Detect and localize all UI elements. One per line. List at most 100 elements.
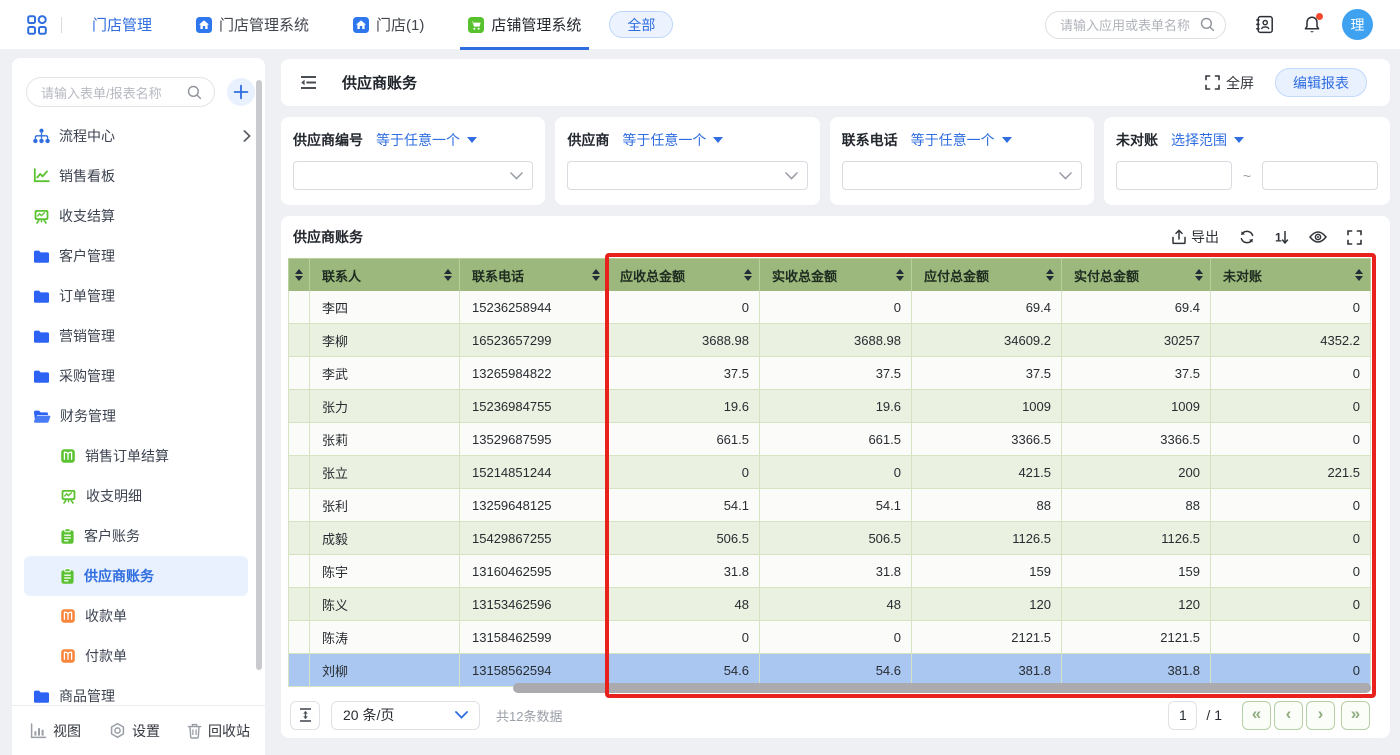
row-cell: 88 [912,489,1062,522]
filter-select[interactable] [842,161,1082,190]
column-sorter-icon[interactable] [1046,269,1054,281]
table-fullscreen-button[interactable] [1347,230,1362,245]
sidebar-search-input[interactable]: 请输入表单/报表名称 [26,77,215,107]
bell-icon[interactable] [1303,15,1321,34]
sidebar-item-5[interactable]: 营销管理 [12,316,265,356]
table-row-4[interactable]: 张莉13529687595661.5661.53366.53366.50 [288,423,1371,456]
topbar-tab-1[interactable]: 门店管理 [84,0,160,50]
row-cell: 30257 [1062,324,1211,357]
filter-operator[interactable]: 等于任意一个 [376,130,460,150]
sidebar-item-7[interactable]: 财务管理 [12,396,265,436]
header-cell-3[interactable]: 实收总金额 [760,258,912,291]
sidebar-item-12[interactable]: 收款单 [12,596,265,636]
sidebar-item-10[interactable]: 客户账务 [12,516,265,556]
row-cell: 张利 [310,489,460,522]
clipboard-icon [60,568,75,585]
header-cell-4[interactable]: 应付总金额 [912,258,1062,291]
caret-down-icon[interactable] [467,137,477,143]
sidebar-item-3[interactable]: 客户管理 [12,236,265,276]
header-cell-2[interactable]: 应收总金额 [608,258,760,291]
filter-select[interactable] [567,161,807,190]
caret-down-icon[interactable] [1234,137,1244,143]
filter-operator[interactable]: 等于任意一个 [911,130,995,150]
row-cell: 661.5 [608,423,760,456]
column-sorter-icon[interactable] [592,269,600,281]
pager-next-button[interactable]: › [1306,701,1335,730]
folder-icon [33,249,50,264]
row-cell: 0 [608,456,760,489]
sidebar-item-8[interactable]: 销售订单结算 [12,436,265,476]
apps-grid-icon[interactable] [27,15,47,35]
table-row-2[interactable]: 李武1326598482237.537.537.537.50 [288,357,1371,390]
pager-last-button[interactable]: » [1341,701,1370,730]
global-search-input[interactable]: 请输入应用或表单名称 [1045,11,1226,39]
pager-first-button[interactable]: « [1242,701,1271,730]
avatar[interactable]: 理 [1342,9,1373,40]
sidebar-item-13[interactable]: 付款单 [12,636,265,676]
filter-select[interactable] [293,161,533,190]
row-cell: 张莉 [310,423,460,456]
sidebar-item-9[interactable]: 收支明细 [12,476,265,516]
table-row-8[interactable]: 陈宇1316046259531.831.81591590 [288,555,1371,588]
sidebar-item-6[interactable]: 采购管理 [12,356,265,396]
range-max-input[interactable] [1262,161,1378,190]
sidebar-item-2[interactable]: 收支结算 [12,196,265,236]
sidebar-footer-settings[interactable]: 设置 [109,721,160,741]
row-cell: 1126.5 [1062,522,1211,555]
column-sorter-icon[interactable] [896,269,904,281]
column-sorter-icon[interactable] [1195,269,1203,281]
topbar-tab-4[interactable]: 店铺管理系统 [460,0,589,50]
filter-operator[interactable]: 选择范围 [1171,130,1227,150]
row-cell: 13259648125 [460,489,608,522]
header-cell-5[interactable]: 实付总金额 [1062,258,1211,291]
page-number-input[interactable]: 1 [1168,701,1197,730]
table-row-7[interactable]: 成毅15429867255506.5506.51126.51126.50 [288,522,1371,555]
refresh-button[interactable] [1239,229,1255,245]
pager-prev-button[interactable]: ‹ [1274,701,1303,730]
column-sorter-icon[interactable] [744,269,752,281]
export-button[interactable]: 导出 [1171,227,1219,247]
row-height-toggle-button[interactable] [290,701,320,730]
sidebar-footer-recycle-bin[interactable]: 回收站 [187,721,250,741]
add-form-button[interactable] [227,78,255,106]
column-sorter-icon[interactable] [444,269,452,281]
row-cell-stub [288,324,310,357]
page-size-select[interactable]: 20 条/页 [331,701,480,730]
sidebar-item-1[interactable]: 销售看板 [12,156,265,196]
table-row-9[interactable]: 陈义1315346259648481201200 [288,588,1371,621]
horizontal-scrollbar[interactable] [513,683,1371,693]
table-row-1[interactable]: 李柳165236572993688.983688.9834609.2302574… [288,324,1371,357]
header-cell-0[interactable]: 联系人 [310,258,460,291]
row-cell-stub [288,423,310,456]
caret-down-icon[interactable] [713,137,723,143]
filter-operator[interactable]: 等于任意一个 [622,130,706,150]
sidebar-scrollbar[interactable] [256,80,262,670]
row-cell: 13158462599 [460,621,608,654]
fullscreen-label: 全屏 [1226,73,1254,93]
table-row-0[interactable]: 李四152362589440069.469.40 [288,291,1371,324]
topbar-tab-3[interactable]: 门店(1) [345,0,432,50]
table-row-6[interactable]: 张利1325964812554.154.188880 [288,489,1371,522]
all-apps-button[interactable]: 全部 [609,11,673,38]
topbar-tab-2[interactable]: 门店管理系统 [188,0,317,50]
caret-down-icon[interactable] [1002,137,1012,143]
sidebar-footer-views[interactable]: 视图 [30,721,81,741]
range-min-input[interactable] [1116,161,1232,190]
column-sorter-icon[interactable] [1355,269,1363,281]
table-row-10[interactable]: 陈涛13158462599002121.52121.50 [288,621,1371,654]
header-cell-1[interactable]: 联系电话 [460,258,608,291]
fullscreen-button[interactable]: 全屏 [1205,73,1254,93]
sidebar-item-11[interactable]: 供应商账务 [24,556,248,596]
edit-report-button[interactable]: 编辑报表 [1275,68,1367,97]
table-row-5[interactable]: 张立1521485124400421.5200221.5 [288,456,1371,489]
visibility-button[interactable] [1309,230,1327,244]
sort-button[interactable]: 1 [1275,229,1289,245]
sidebar-item-0[interactable]: 流程中心 [12,116,265,156]
sidebar-item-4[interactable]: 订单管理 [12,276,265,316]
menu-fold-icon[interactable] [300,75,317,90]
column-sorter-icon[interactable] [295,269,303,281]
table-row-3[interactable]: 张力1523698475519.619.6100910090 [288,390,1371,423]
header-cell-6[interactable]: 未对账 [1211,258,1371,291]
contacts-icon[interactable] [1255,15,1274,34]
row-cell: 200 [1062,456,1211,489]
